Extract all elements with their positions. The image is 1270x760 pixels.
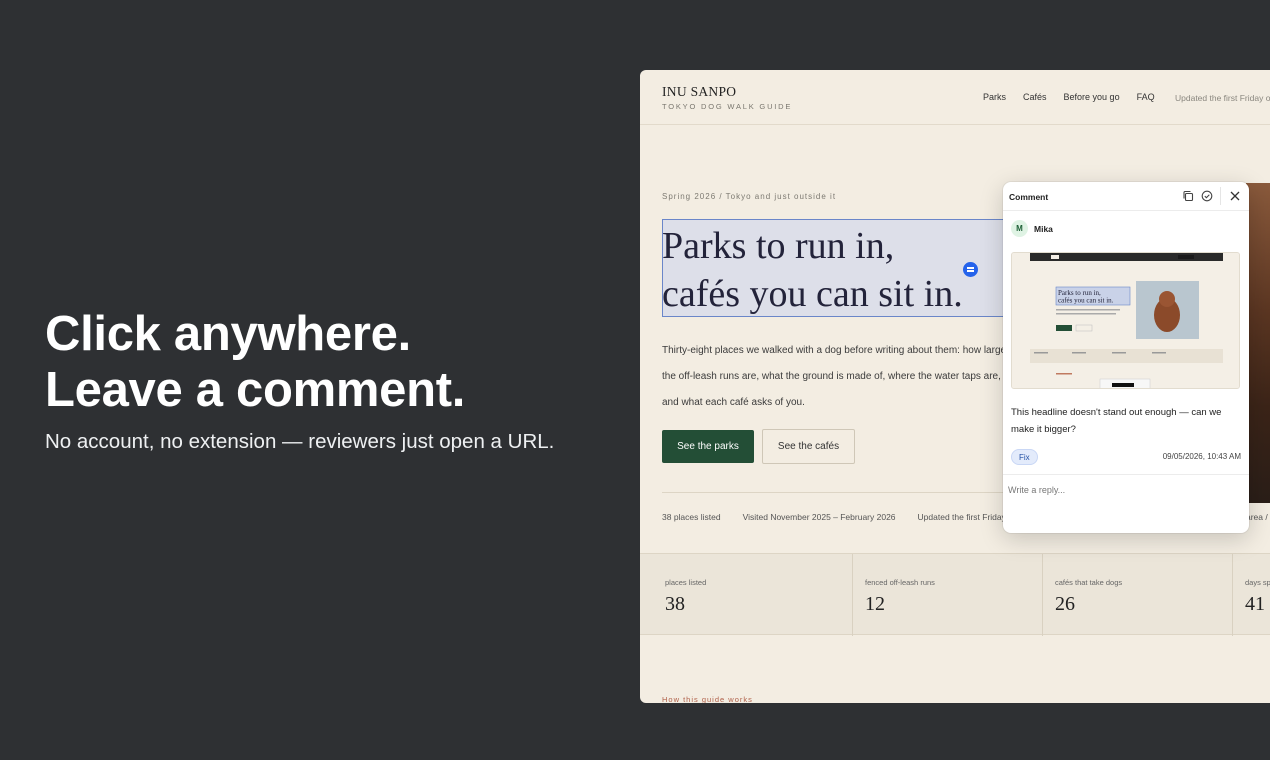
hero-headline[interactable]: Parks to run in, cafés you can sit in. <box>662 222 963 318</box>
comment-panel: Comment M Mika Parks to run in, cafés yo… <box>1003 182 1249 533</box>
comment-panel-title: Comment <box>1009 192 1049 202</box>
stat-label: places listed <box>665 578 707 587</box>
comment-pin-icon[interactable] <box>963 262 978 277</box>
comment-author: M Mika <box>1011 220 1053 237</box>
close-icon[interactable] <box>1229 190 1241 202</box>
promo-headline-line2: Leave a comment. <box>45 363 466 417</box>
stat-days: days sp 41 <box>1233 554 1270 636</box>
promo-subline: No account, no extension — reviewers jus… <box>45 430 555 453</box>
header-divider <box>1220 187 1221 205</box>
fact-updated: Updated the first Friday m <box>917 512 1016 522</box>
stat-cafes: cafés that take dogs 26 <box>1043 554 1233 636</box>
facts-row: 38 places listed Visited November 2025 –… <box>662 512 1037 522</box>
comment-tag[interactable]: Fix <box>1011 449 1038 465</box>
stat-value: 41 <box>1245 593 1265 615</box>
reply-input[interactable] <box>1008 485 1238 495</box>
promo-headline-line1: Click anywhere. <box>45 307 411 361</box>
check-circle-icon[interactable] <box>1201 190 1213 202</box>
stat-value: 38 <box>665 593 685 615</box>
stat-runs: fenced off-leash runs 12 <box>853 554 1043 636</box>
hero-kicker: Spring 2026 / Tokyo and just outside it <box>662 192 837 201</box>
site-brand-subtitle: TOKYO DOG WALK GUIDE <box>662 102 793 111</box>
svg-text:cafés you can sit in.: cafés you can sit in. <box>1058 297 1114 305</box>
hero-headline-line1: Parks to run in, <box>662 225 895 267</box>
author-name: Mika <box>1034 223 1053 234</box>
stat-value: 12 <box>865 593 885 615</box>
nav-link-parks[interactable]: Parks <box>983 92 1006 102</box>
screenshot-thumbnail[interactable]: Parks to run in, cafés you can sit in. <box>1011 252 1240 389</box>
promo-copy: Click anywhere. Leave a comment. No acco… <box>45 306 554 454</box>
stats-row: places listed 38 fenced off-leash runs 1… <box>640 553 1270 636</box>
nav-link-faq[interactable]: FAQ <box>1137 92 1155 102</box>
comment-text: This headline doesn't stand out enough —… <box>1011 407 1222 435</box>
copy-icon[interactable] <box>1182 190 1194 202</box>
stat-value: 26 <box>1055 593 1075 615</box>
fact-area: area / <box>1246 512 1268 522</box>
hero-body: Thirty-eight places we walked with a dog… <box>662 345 1007 408</box>
fact-places: 38 places listed <box>662 512 721 522</box>
site-brand[interactable]: INU SANPO <box>662 84 736 100</box>
fact-visited: Visited November 2025 – February 2026 <box>742 512 896 522</box>
reply-area <box>1003 474 1249 533</box>
nav-link-cafes[interactable]: Cafés <box>1023 92 1047 102</box>
avatar: M <box>1011 220 1028 237</box>
stat-places: places listed 38 <box>640 554 853 636</box>
stat-label: days sp <box>1245 578 1270 587</box>
see-parks-button[interactable]: See the parks <box>662 430 754 463</box>
comment-timestamp: 09/05/2026, 10:43 AM <box>1162 452 1241 461</box>
nav-links: Parks Cafés Before you go FAQ <box>983 92 1172 102</box>
see-cafes-button[interactable]: See the cafés <box>762 429 855 464</box>
dog-photo <box>1246 183 1270 503</box>
stat-label: fenced off-leash runs <box>865 578 935 587</box>
thumbnail-preview-image: Parks to run in, cafés you can sit in. <box>1012 253 1239 388</box>
comment-panel-header: Comment <box>1003 182 1249 211</box>
hero-headline-line2: cafés you can sit in. <box>662 273 963 315</box>
nav-link-before-you-go[interactable]: Before you go <box>1064 92 1120 102</box>
stat-label: cafés that take dogs <box>1055 578 1123 587</box>
nav-update-note: Updated the first Friday of <box>1175 93 1270 103</box>
section-kicker: How this guide works <box>662 695 753 703</box>
site-nav: INU SANPO TOKYO DOG WALK GUIDE Parks Caf… <box>640 70 1270 125</box>
